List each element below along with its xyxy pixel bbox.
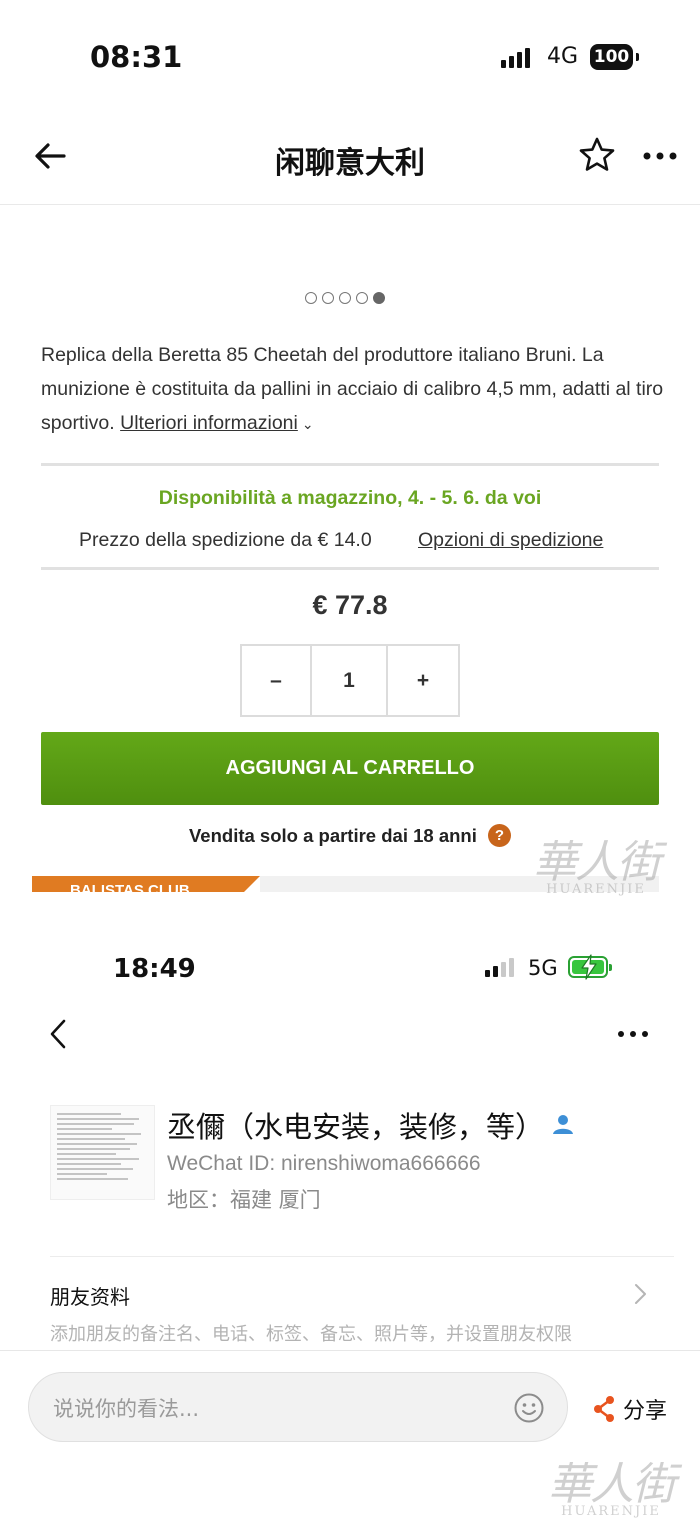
- avatar[interactable]: [50, 1105, 155, 1200]
- chevron-right-icon[interactable]: [632, 1282, 648, 1306]
- share-button[interactable]: 分享: [593, 1393, 667, 1425]
- battery-charging-icon: [568, 954, 612, 980]
- increase-button[interactable]: +: [388, 646, 458, 715]
- back-chevron-icon[interactable]: [46, 1018, 72, 1050]
- status-time: 08:31: [90, 40, 183, 74]
- divider: [41, 463, 659, 466]
- more-options-icon[interactable]: [640, 136, 680, 176]
- age-notice-text: Vendita solo a partire dai 18 anni: [188, 825, 477, 846]
- profile-name: 丞儞（水电安装，装修，等）: [167, 1104, 574, 1146]
- wechat-id: WeChat ID: nirenshiwoma666666: [167, 1152, 481, 1175]
- signal-icon: [501, 48, 530, 68]
- shipping-price: Prezzo della spedizione da € 14.0: [79, 529, 372, 551]
- decrease-button[interactable]: –: [242, 646, 312, 715]
- share-icon: [594, 1396, 614, 1422]
- more-options-icon[interactable]: [616, 1022, 650, 1046]
- watermark-cn: 華人街: [548, 1459, 676, 1510]
- carousel-indicator[interactable]: [305, 292, 385, 304]
- person-icon: [553, 1115, 574, 1134]
- carousel-dot[interactable]: [322, 292, 334, 304]
- signal-icon: [485, 958, 514, 977]
- friend-info-description: 添加朋友的备注名、电话、标签、备忘、照片等，并设置朋友权限: [50, 1324, 572, 1345]
- divider: [50, 1256, 674, 1257]
- comment-input[interactable]: 说说你的看法...: [28, 1372, 568, 1442]
- carousel-dot-active[interactable]: [373, 292, 385, 304]
- club-tag: BALISTAS CLUB: [32, 876, 260, 892]
- emoji-icon[interactable]: [513, 1392, 545, 1424]
- club-label: BALISTAS CLUB: [70, 882, 190, 892]
- divider: [41, 567, 659, 570]
- battery-icon: 100: [590, 44, 639, 70]
- status-bar-top: 08:31 4G 100: [0, 30, 700, 90]
- share-label: 分享: [623, 1399, 668, 1424]
- watermark-en: HUARENJIE: [561, 1504, 661, 1519]
- watermark: 華人街 HUARENJIE: [533, 826, 661, 897]
- add-to-cart-button[interactable]: AGGIUNGI AL CARRELLO: [41, 732, 659, 805]
- watermark-en: HUARENJIE: [546, 882, 646, 897]
- shipping-options-link[interactable]: Opzioni di spedizione: [418, 529, 603, 552]
- profile-name-text: 丞儞（水电安装，装修，等）: [167, 1110, 545, 1144]
- friend-info-title[interactable]: 朋友资料: [50, 1281, 130, 1310]
- help-icon[interactable]: ?: [488, 824, 511, 847]
- chevron-down-icon[interactable]: ⌄: [302, 407, 314, 441]
- carousel-dot[interactable]: [356, 292, 368, 304]
- quantity-field[interactable]: 1: [312, 646, 388, 715]
- watermark: 華人街 HUARENJIE: [548, 1448, 676, 1519]
- carousel-dot[interactable]: [339, 292, 351, 304]
- watermark-cn: 華人街: [533, 837, 661, 888]
- quantity-stepper: – 1 +: [240, 644, 460, 717]
- region: 地区：福建 厦门: [167, 1188, 321, 1212]
- more-info-link[interactable]: Ulteriori informazioni: [120, 412, 298, 434]
- carousel-dot[interactable]: [305, 292, 317, 304]
- network-label: 4G: [547, 44, 579, 69]
- star-icon[interactable]: [578, 136, 616, 174]
- product-price: € 77.8: [312, 590, 388, 620]
- network-label: 5G: [528, 956, 558, 980]
- status-bar-second: 18:49 5G: [0, 940, 700, 1000]
- comment-placeholder: 说说你的看法...: [53, 1397, 200, 1421]
- product-description: Replica della Beretta 85 Cheetah del pro…: [41, 338, 666, 441]
- status-time: 18:49: [113, 954, 196, 984]
- top-nav: 闲聊意大利: [0, 110, 700, 205]
- availability-text: Disponibilità a magazzino, 4. - 5. 6. da…: [158, 487, 542, 509]
